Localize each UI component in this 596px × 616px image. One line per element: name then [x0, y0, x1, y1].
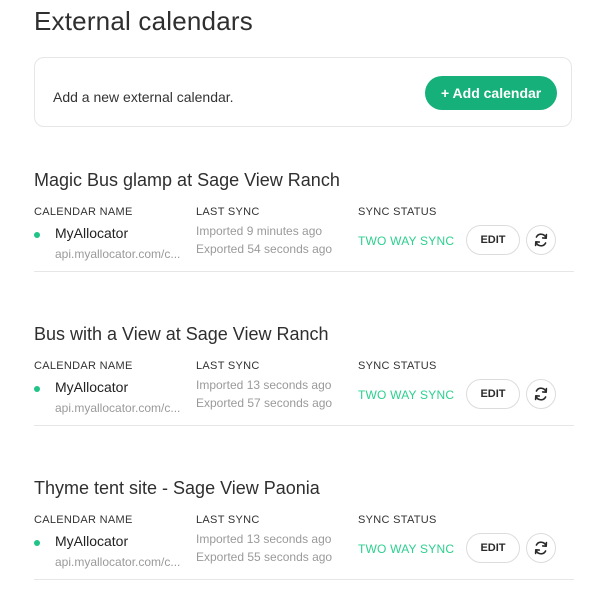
calendar-name: MyAllocator: [55, 533, 129, 549]
add-calendar-button[interactable]: + Add calendar: [425, 76, 558, 110]
sync-icon: [534, 387, 548, 401]
last-import: Imported 9 minutes ago: [196, 224, 323, 238]
last-sync-header: LAST SYNC: [196, 514, 260, 526]
calendar-name-header: CALENDAR NAME: [34, 206, 133, 218]
last-import: Imported 13 seconds ago: [196, 532, 332, 546]
last-sync-header: LAST SYNC: [196, 360, 260, 372]
last-export: Exported 54 seconds ago: [196, 242, 333, 256]
calendar-url: api.myallocator.com/c...: [55, 555, 181, 569]
sync-status-header: SYNC STATUS: [358, 514, 437, 526]
calendar-url: api.myallocator.com/c...: [55, 401, 181, 415]
sync-status-header: SYNC STATUS: [358, 360, 437, 372]
edit-button[interactable]: EDIT: [466, 225, 520, 255]
calendar-url: api.myallocator.com/c...: [55, 247, 181, 261]
sync-icon: [534, 541, 548, 555]
calendar-section: Magic Bus glamp at Sage View Ranch CALEN…: [34, 170, 574, 282]
section-divider: [34, 425, 574, 426]
active-status-dot: [34, 386, 40, 392]
active-status-dot: [34, 232, 40, 238]
add-calendar-text: Add a new external calendar.: [53, 89, 234, 105]
sync-status-header: SYNC STATUS: [358, 206, 437, 218]
calendar-name: MyAllocator: [55, 379, 129, 395]
last-sync-header: LAST SYNC: [196, 206, 260, 218]
calendar-name-header: CALENDAR NAME: [34, 360, 133, 372]
last-import: Imported 13 seconds ago: [196, 378, 332, 392]
last-export: Exported 55 seconds ago: [196, 550, 333, 564]
add-calendar-card: Add a new external calendar. + Add calen…: [34, 57, 572, 127]
sync-button[interactable]: [526, 225, 556, 255]
calendar-section: Bus with a View at Sage View Ranch CALEN…: [34, 324, 574, 436]
sync-button[interactable]: [526, 533, 556, 563]
calendar-name: MyAllocator: [55, 225, 129, 241]
section-divider: [34, 579, 574, 580]
edit-button[interactable]: EDIT: [466, 379, 520, 409]
sync-status-label: TWO WAY SYNC: [358, 234, 455, 248]
listing-title: Bus with a View at Sage View Ranch: [34, 324, 329, 344]
sync-status-label: TWO WAY SYNC: [358, 388, 455, 402]
listing-title: Thyme tent site - Sage View Paonia: [34, 478, 320, 498]
sync-icon: [534, 233, 548, 247]
sync-status-label: TWO WAY SYNC: [358, 542, 455, 556]
last-export: Exported 57 seconds ago: [196, 396, 333, 410]
sync-button[interactable]: [526, 379, 556, 409]
edit-button[interactable]: EDIT: [466, 533, 520, 563]
section-divider: [34, 271, 574, 272]
page-title: External calendars: [34, 6, 253, 36]
active-status-dot: [34, 540, 40, 546]
calendar-name-header: CALENDAR NAME: [34, 514, 133, 526]
calendar-section: Thyme tent site - Sage View Paonia CALEN…: [34, 478, 574, 590]
listing-title: Magic Bus glamp at Sage View Ranch: [34, 170, 340, 190]
